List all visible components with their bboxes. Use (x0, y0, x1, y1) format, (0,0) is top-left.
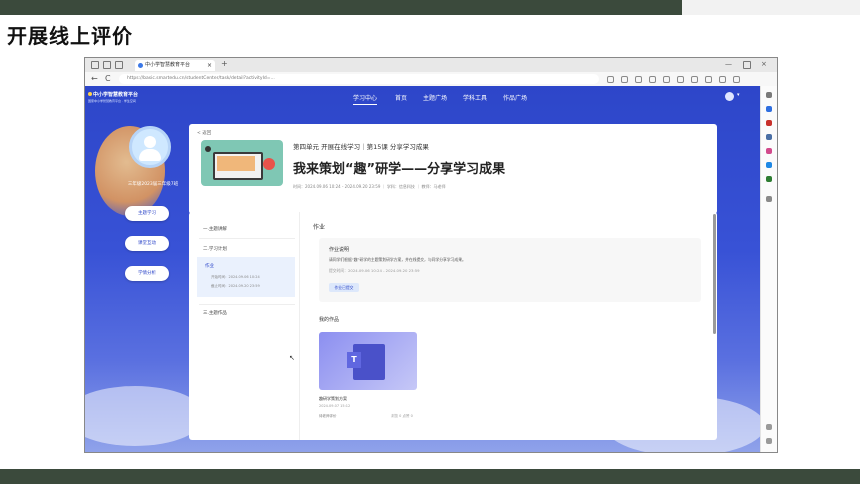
address-bar-row: ← C https://basic.smartedu.cn/studentCen… (85, 72, 777, 87)
browser-tab[interactable]: 中小学智慧教育平台 × (135, 60, 215, 71)
step-end-time: 截止时间：2024.09.20 23:59 (211, 284, 260, 288)
lesson-header-card: < 返回 第四单元 开展在线学习｜第15课 分享学习成果 我来策划“趣”研学——… (189, 124, 717, 214)
lesson-meta: 时间：2024.09.06 10:24 - 2024.09.20 23:59 ｜… (293, 184, 446, 189)
learning-analysis-button[interactable]: 学情分析 (125, 266, 169, 281)
read-aloud-icon[interactable] (607, 76, 614, 83)
favorite-star-icon[interactable] (635, 76, 642, 83)
tab-close-icon[interactable]: × (207, 60, 212, 71)
nav-learning-center[interactable]: 学习中心 (353, 93, 378, 105)
slide-top-bar (0, 0, 860, 15)
cloud-decoration (85, 386, 205, 446)
lesson-title: 我来策划“趣”研学——分享学习成果 (293, 162, 506, 177)
work-name[interactable]: 趣研学策划方案 (319, 396, 347, 402)
nav-works-square[interactable]: 作品广场 (503, 93, 527, 102)
maximize-button[interactable] (743, 61, 751, 69)
outlook-icon[interactable] (766, 176, 772, 182)
homework-description: 请同学们根据“趣”研学的主题策划研学方案，并在线提交，与同学分享学习成果。 (329, 257, 466, 262)
nav-subject-tools[interactable]: 学科工具 (463, 93, 487, 102)
homework-box: 作业说明 请同学们根据“趣”研学的主题策划研学方案，并在线提交，与同学分享学习成… (319, 238, 701, 302)
browser-essentials-icon[interactable] (705, 76, 712, 83)
teams-doc-icon: T (347, 352, 361, 368)
shopping-icon[interactable] (766, 120, 772, 126)
nav-home[interactable]: 首页 (395, 93, 407, 102)
back-button[interactable]: ← (91, 74, 98, 83)
lesson-content-card: 一.主题讲解 二.学习计划 作业 开始时间：2024.09.06 10:24 截… (189, 212, 717, 440)
user-avatar-icon[interactable] (725, 92, 734, 101)
work-date: 2024.09.07 15:12 (319, 404, 351, 408)
close-window-button[interactable]: × (761, 60, 767, 68)
chevron-down-icon[interactable]: ▾ (737, 92, 740, 98)
add-icon[interactable] (766, 196, 772, 202)
nav-theme-square[interactable]: 主题广场 (423, 93, 447, 102)
profile-icon[interactable] (91, 61, 99, 69)
profile-avatar-icon[interactable] (719, 76, 726, 83)
web-page: 中小学智慧教育平台 国家中小学智慧教育平台 · 学生空间 学习中心 首页 主题广… (85, 86, 760, 452)
tools-icon[interactable] (766, 134, 772, 140)
step-topic-works[interactable]: 三.主题作品 (203, 310, 227, 316)
homework-time: 提交时间：2024.09.06 10:24 - 2024.09.20 23:59 (329, 268, 420, 273)
zoom-icon[interactable] (621, 76, 628, 83)
submitted-button[interactable]: 作业已提交 (329, 283, 359, 292)
mouse-cursor-icon: ↖ (289, 354, 295, 362)
my-works-title: 我的作品 (319, 317, 340, 323)
student-class: 三年级2023届三年级7班 (127, 182, 179, 187)
platform-logo-icon (88, 92, 92, 96)
sidebar-settings-icon[interactable] (766, 424, 772, 430)
extensions-icon[interactable] (649, 76, 656, 83)
back-link[interactable]: < 返回 (197, 130, 211, 136)
slide-bottom-bar (0, 469, 860, 484)
work-card[interactable]: T 趣研学策划方案 2024.09.07 15:12 待老师评价 浏览 0 点赞… (319, 332, 419, 436)
refresh-button[interactable]: C (105, 74, 111, 83)
browser-tab-strip: 中小学智慧教育平台 × + — × (85, 58, 777, 72)
section-title: 作业 (313, 224, 326, 231)
breadcrumb: 第四单元 开展在线学习｜第15课 分享学习成果 (293, 143, 429, 151)
step-menu: 一.主题讲解 二.学习计划 作业 开始时间：2024.09.06 10:24 截… (189, 212, 300, 440)
workspaces-icon[interactable] (103, 61, 111, 69)
collections-icon[interactable] (691, 76, 698, 83)
avatar-body (139, 149, 161, 161)
gear-illustration (205, 146, 211, 152)
step-homework-label: 作业 (205, 264, 214, 269)
theme-learning-button[interactable]: 主题学习 (125, 206, 169, 221)
divider (199, 238, 295, 239)
games-icon[interactable] (766, 148, 772, 154)
favorites-icon[interactable] (677, 76, 684, 83)
step-start-time: 开始时间：2024.09.06 10:24 (211, 275, 260, 279)
minimize-button[interactable]: — (725, 60, 732, 68)
step-homework-active[interactable]: 作业 开始时间：2024.09.06 10:24 截止时间：2024.09.20… (197, 257, 295, 297)
search-icon[interactable] (766, 92, 772, 98)
tab-title: 中小学智慧教育平台 (145, 62, 191, 68)
slide-title: 开展线上评价 (7, 24, 133, 48)
site-favicon-icon (138, 63, 143, 68)
tab-actions-icon[interactable] (115, 61, 123, 69)
work-thumbnail[interactable]: T (319, 332, 417, 390)
laptop-screen (217, 156, 255, 171)
homework-heading: 作业说明 (329, 247, 350, 253)
lesson-cover-image (201, 140, 283, 186)
work-stats: 浏览 0 点赞 0 (391, 414, 413, 418)
address-input[interactable]: https://basic.smartedu.cn/studentCenter/… (119, 74, 599, 84)
avatar-head (144, 136, 156, 148)
step-study-plan[interactable]: 二.学习计划 (203, 246, 227, 252)
work-status: 待老师评价 (319, 414, 337, 418)
classroom-interaction-button[interactable]: 课堂互动 (125, 236, 169, 251)
more-menu-icon[interactable] (733, 76, 740, 83)
hide-sidebar-icon[interactable] (766, 438, 772, 444)
office-icon[interactable] (766, 162, 772, 168)
top-bar-strip (682, 0, 860, 15)
divider (199, 304, 295, 305)
browser-sidebar (760, 86, 777, 452)
new-tab-button[interactable]: + (221, 59, 228, 68)
scrollbar[interactable] (713, 214, 716, 334)
play-illustration (263, 158, 275, 170)
platform-subtitle: 国家中小学智慧教育平台 · 学生空间 (88, 99, 136, 103)
platform-logo[interactable]: 中小学智慧教育平台 (93, 91, 138, 98)
student-avatar (129, 126, 171, 168)
copilot-icon[interactable] (766, 106, 772, 112)
step-topic-intro[interactable]: 一.主题讲解 (203, 226, 227, 232)
browser-screenshot: 中小学智慧教育平台 × + — × ← C https://basic.smar… (84, 57, 778, 453)
split-screen-icon[interactable] (663, 76, 670, 83)
